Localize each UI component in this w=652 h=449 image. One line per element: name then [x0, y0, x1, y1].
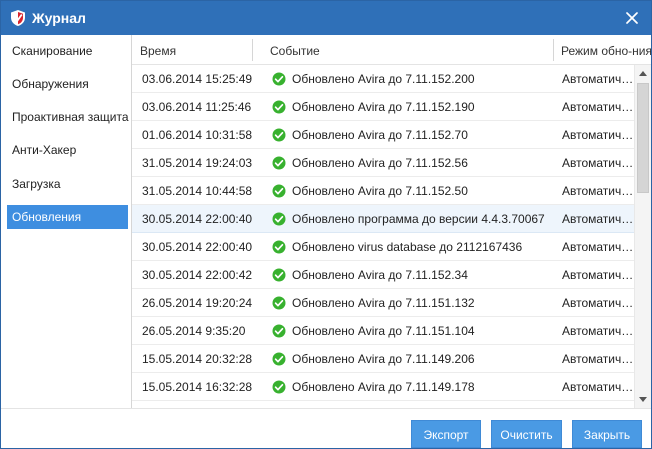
update-mode: Автоматич… — [562, 156, 634, 170]
update-mode: Автоматич… — [562, 240, 634, 254]
update-mode: Автоматич… — [562, 184, 634, 198]
table-row[interactable]: 01.06.2014 10:31:58 Обновлено Avira до 7.… — [132, 121, 635, 149]
column-header-time[interactable]: Время — [132, 35, 252, 65]
table-row[interactable]: 15.05.2014 16:32:28 Обновлено Avira до 7.… — [132, 373, 635, 401]
table-row[interactable]: 03.06.2014 11:25:46 Обновлено Avira до 7.… — [132, 93, 635, 121]
check-circle-icon — [272, 324, 286, 338]
sidebar-item-detections[interactable]: Обнаружения — [7, 72, 128, 96]
table-header: Время Событие Режим обно-ния — [132, 35, 651, 65]
update-mode: Автоматич… — [562, 100, 634, 114]
table-row[interactable]: 31.05.2014 19:24:03 Обновлено Avira до 7.… — [132, 149, 635, 177]
event-description: Обновлено Avira до 7.11.152.34 — [292, 268, 468, 282]
column-header-event[interactable]: Событие — [262, 35, 552, 65]
update-mode: Автоматич… — [562, 380, 634, 394]
check-circle-icon — [272, 296, 286, 310]
title-bar[interactable]: Журнал — [1, 1, 651, 35]
event-time: 31.05.2014 10:44:58 — [142, 184, 253, 198]
table-row[interactable]: 31.05.2014 10:44:58 Обновлено Avira до 7.… — [132, 177, 635, 205]
event-time: 26.05.2014 9:35:20 — [142, 324, 246, 338]
event-time: 30.05.2014 22:00:40 — [142, 212, 253, 226]
event-time: 03.06.2014 15:25:49 — [142, 72, 253, 86]
arrow-up-icon[interactable] — [635, 65, 651, 82]
column-divider[interactable] — [252, 39, 253, 61]
event-description: Обновлено Avira до 7.11.152.200 — [292, 72, 475, 86]
check-circle-icon — [272, 156, 286, 170]
table-row[interactable]: 15.05.2014 20:32:28 Обновлено Avira до 7.… — [132, 345, 635, 373]
update-mode — [562, 401, 634, 408]
journal-window: Журнал Сканирование Обнаружения Проактив… — [0, 0, 652, 449]
sidebar-item-proactive-protection[interactable]: Проактивная защита — [7, 105, 129, 129]
update-mode: Автоматич… — [562, 324, 634, 338]
event-time — [142, 401, 267, 408]
update-mode: Автоматич… — [562, 352, 634, 366]
event-description: Обновлено Avira до 7.11.149.206 — [292, 352, 475, 366]
event-time: 30.05.2014 22:00:40 — [142, 240, 253, 254]
window-title: Журнал — [32, 10, 86, 26]
event-time: 31.05.2014 19:24:03 — [142, 156, 253, 170]
clear-button[interactable]: Очистить — [491, 420, 562, 448]
column-header-mode[interactable]: Режим обно-ния — [553, 35, 651, 65]
event-description: Обновлено Avira до 7.11.152.190 — [292, 100, 475, 114]
event-time: 01.06.2014 10:31:58 — [142, 128, 253, 142]
export-button[interactable]: Экспорт — [411, 420, 481, 448]
event-description: Обновлено Avira до 7.11.149.178 — [292, 380, 475, 394]
table-row[interactable]: 03.06.2014 15:25:49 Обновлено Avira до 7.… — [132, 65, 635, 93]
update-mode: Автоматич… — [562, 296, 634, 310]
update-mode: Автоматич… — [562, 128, 634, 142]
check-circle-icon — [272, 380, 286, 394]
event-description: Обновлено Avira до 7.11.151.104 — [292, 324, 475, 338]
check-circle-icon — [272, 240, 286, 254]
sidebar-item-loading[interactable]: Загрузка — [7, 172, 128, 196]
shield-icon — [11, 10, 25, 26]
check-circle-icon — [272, 128, 286, 142]
check-circle-icon — [272, 212, 286, 226]
event-description — [292, 401, 552, 408]
sidebar-item-anti-hacker[interactable]: Анти-Хакер — [7, 138, 128, 162]
update-mode: Автоматич… — [562, 72, 634, 86]
table-row[interactable]: 30.05.2014 22:00:40 Обновлено программа д… — [132, 205, 635, 233]
event-time: 15.05.2014 20:32:28 — [142, 352, 253, 366]
close-icon[interactable] — [621, 7, 643, 29]
event-time: 03.06.2014 11:25:46 — [142, 100, 252, 114]
check-circle-icon — [272, 352, 286, 366]
event-description: Обновлено программа до версии 4.4.3.7006… — [292, 212, 545, 226]
update-mode: Автоматич… — [562, 268, 634, 282]
table-row[interactable]: 26.05.2014 19:20:24 Обновлено Avira до 7.… — [132, 289, 635, 317]
event-time: 26.05.2014 19:20:24 — [142, 296, 253, 310]
check-circle-icon — [272, 100, 286, 114]
event-time: 15.05.2014 16:32:28 — [142, 380, 253, 394]
check-circle-icon — [272, 72, 286, 86]
vertical-scrollbar[interactable] — [634, 65, 651, 408]
update-mode: Автоматич… — [562, 212, 634, 226]
table-row[interactable]: 26.05.2014 9:35:20 Обновлено Avira до 7.1… — [132, 317, 635, 345]
event-description: Обновлено Avira до 7.11.152.70 — [292, 128, 468, 142]
event-table: Время Событие Режим обно-ния 03.06.2014 … — [131, 35, 651, 408]
check-circle-icon — [272, 184, 286, 198]
table-row[interactable] — [132, 401, 635, 408]
table-body: 03.06.2014 15:25:49 Обновлено Avira до 7.… — [132, 65, 635, 408]
table-row[interactable]: 30.05.2014 22:00:40 Обновлено virus datab… — [132, 233, 635, 261]
event-description: Обновлено Avira до 7.11.152.56 — [292, 156, 468, 170]
table-row[interactable]: 30.05.2014 22:00:42 Обновлено Avira до 7.… — [132, 261, 635, 289]
event-time: 30.05.2014 22:00:42 — [142, 268, 253, 282]
close-button[interactable]: Закрыть — [572, 420, 642, 448]
footer-bar: Экспорт Очистить Закрыть — [1, 408, 651, 448]
event-description: Обновлено Avira до 7.11.151.132 — [292, 296, 475, 310]
event-description: Обновлено virus database до 2112167436 — [292, 240, 523, 254]
check-circle-icon — [272, 268, 286, 282]
sidebar: Сканирование Обнаружения Проактивная защ… — [1, 35, 131, 408]
sidebar-item-scanning[interactable]: Сканирование — [7, 39, 128, 63]
scroll-thumb[interactable] — [637, 83, 649, 193]
event-description: Обновлено Avira до 7.11.152.50 — [292, 184, 468, 198]
sidebar-item-updates[interactable]: Обновления — [7, 205, 128, 229]
arrow-down-icon[interactable] — [635, 391, 651, 408]
